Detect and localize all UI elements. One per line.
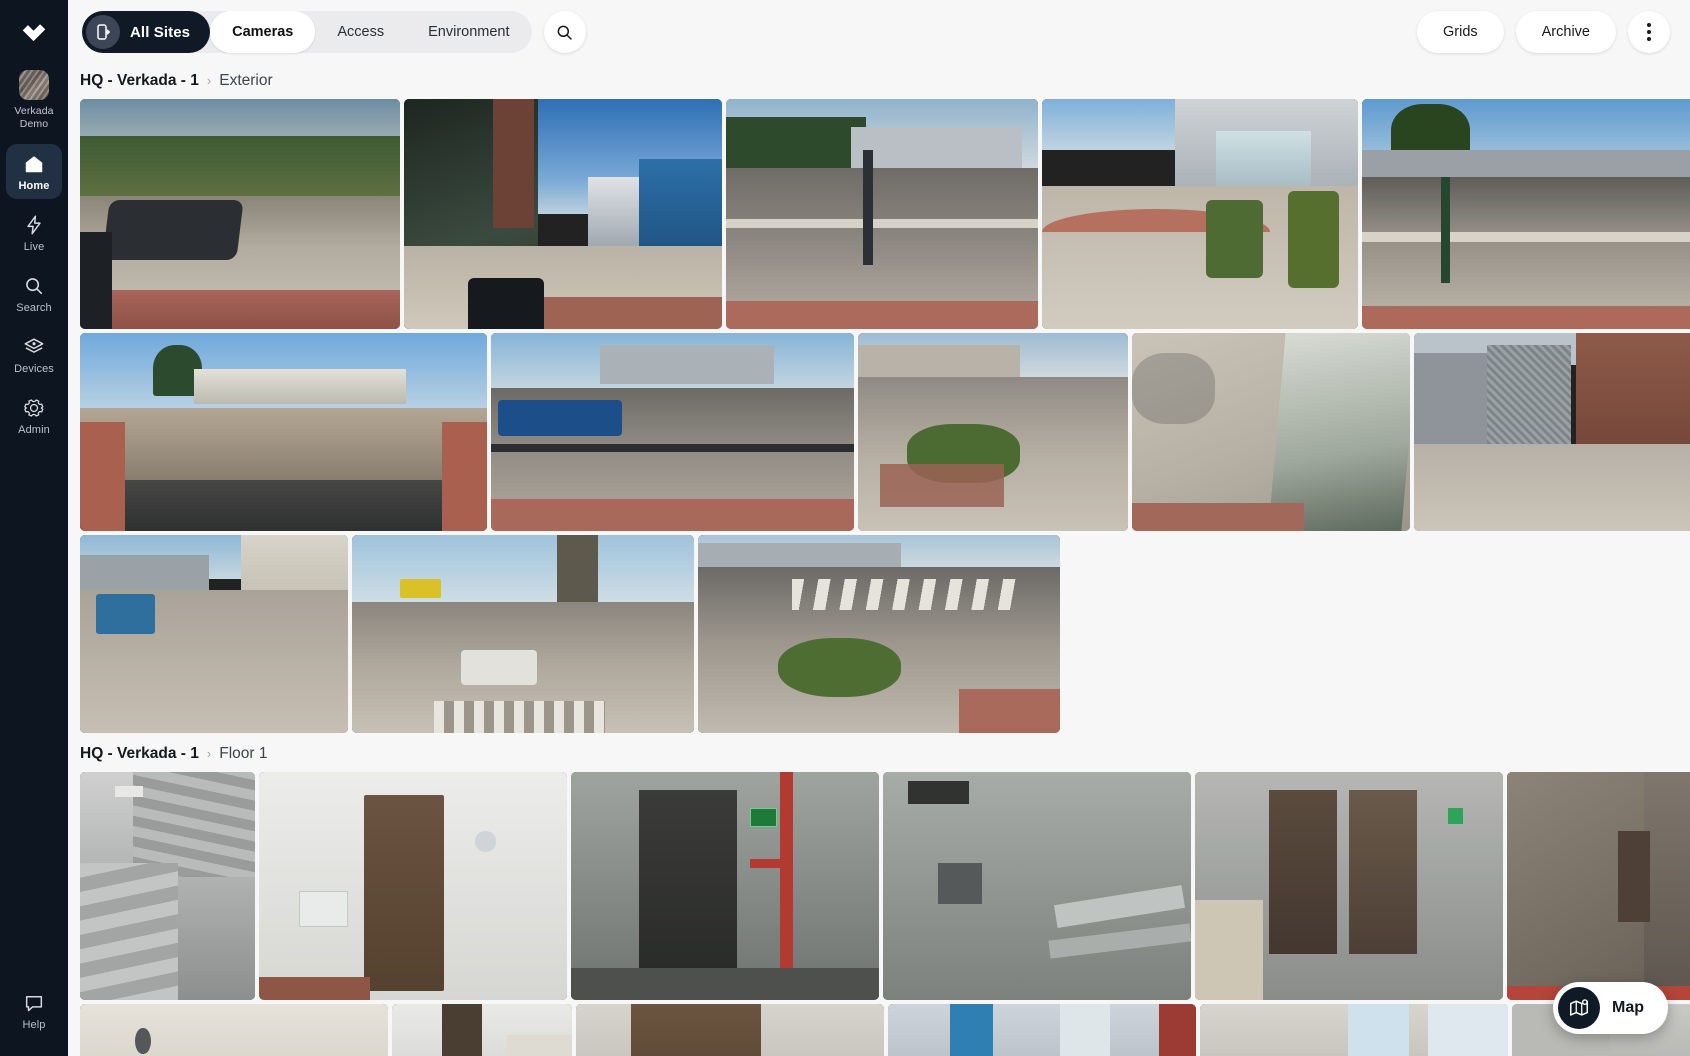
camera-tile[interactable] <box>1195 772 1503 1000</box>
nav-segment-group: All Sites Cameras Access Environment <box>82 11 532 53</box>
home-icon <box>25 156 43 173</box>
breadcrumb: HQ - Verkada - 1 › Exterior <box>68 64 1690 99</box>
search-icon <box>557 25 572 40</box>
lightning-bolt-icon <box>27 215 41 235</box>
sidebar-item-devices[interactable]: Devices <box>6 327 62 382</box>
magnifier-icon <box>26 278 43 295</box>
map-button-label: Map <box>1612 999 1644 1016</box>
camera-tile[interactable] <box>80 99 400 329</box>
verkada-checkmark-logo-icon <box>22 24 46 42</box>
camera-tile[interactable] <box>392 1004 572 1056</box>
breadcrumb-separator: › <box>206 746 212 761</box>
camera-row <box>68 535 1690 733</box>
breadcrumb-site[interactable]: HQ - Verkada - 1 <box>80 72 199 90</box>
sidebar-item-label: Devices <box>14 363 54 375</box>
breadcrumb-separator: › <box>206 73 212 88</box>
camera-tile[interactable] <box>1414 333 1690 531</box>
sidebar: Verkada Demo Home Live Search Devices Ad… <box>0 0 68 1056</box>
grids-button[interactable]: Grids <box>1416 11 1504 53</box>
chat-bubble-icon <box>25 996 43 1012</box>
sidebar-item-label: Home <box>18 180 50 192</box>
map-button[interactable]: Map <box>1553 982 1668 1034</box>
sidebar-item-search[interactable]: Search <box>6 266 62 321</box>
main-content: All Sites Cameras Access Environment Gri… <box>68 0 1690 1056</box>
camera-tile[interactable] <box>1362 99 1690 329</box>
top-bar: All Sites Cameras Access Environment Gri… <box>68 0 1690 64</box>
map-pin-icon <box>1558 987 1600 1029</box>
camera-tile[interactable] <box>1042 99 1358 329</box>
kebab-menu-icon <box>1647 37 1651 41</box>
top-bar-actions: Grids Archive <box>1416 11 1670 53</box>
camera-tile[interactable] <box>80 535 348 733</box>
gear-icon <box>24 399 44 417</box>
org-switcher[interactable]: Verkada Demo <box>2 70 66 130</box>
camera-tile[interactable] <box>1507 772 1690 1000</box>
camera-tile[interactable] <box>571 772 879 1000</box>
camera-tile[interactable] <box>80 772 255 1000</box>
org-name: Verkada Demo <box>14 105 54 130</box>
all-sites-selector[interactable]: All Sites <box>82 11 211 53</box>
org-avatar <box>19 70 49 100</box>
camera-tile[interactable] <box>80 333 487 531</box>
archive-label: Archive <box>1541 24 1590 40</box>
tab-label: Access <box>337 24 385 40</box>
breadcrumb-area[interactable]: Exterior <box>219 72 272 90</box>
breadcrumb-area[interactable]: Floor 1 <box>219 745 267 763</box>
camera-tile[interactable] <box>888 1004 1196 1056</box>
archive-button[interactable]: Archive <box>1515 11 1616 53</box>
camera-tile[interactable] <box>259 772 567 1000</box>
search-button[interactable] <box>543 11 586 53</box>
sidebar-item-label: Search <box>16 302 52 314</box>
kebab-menu-icon <box>1647 30 1651 34</box>
sidebar-item-home[interactable]: Home <box>6 144 62 199</box>
camera-tile[interactable] <box>404 99 722 329</box>
camera-tile[interactable] <box>698 535 1060 733</box>
camera-tile[interactable] <box>858 333 1128 531</box>
tab-access[interactable]: Access <box>315 11 406 53</box>
camera-tile[interactable] <box>1132 333 1410 531</box>
camera-grid-scroll[interactable]: HQ - Verkada - 1 › Exterior HQ - Verkada… <box>68 64 1690 1056</box>
verkada-logo[interactable] <box>9 10 59 60</box>
breadcrumb: HQ - Verkada - 1 › Floor 1 <box>68 737 1690 772</box>
tab-label: Cameras <box>232 24 294 40</box>
sidebar-item-label: Help <box>22 1019 46 1031</box>
tab-environment[interactable]: Environment <box>406 11 531 53</box>
sidebar-item-label: Live <box>23 241 45 253</box>
camera-tile[interactable] <box>883 772 1191 1000</box>
grids-label: Grids <box>1442 24 1478 40</box>
devices-stack-icon <box>24 338 44 353</box>
sidebar-item-admin[interactable]: Admin <box>6 388 62 443</box>
app-root: Verkada Demo Home Live Search Devices Ad… <box>0 0 1690 1056</box>
tab-cameras[interactable]: Cameras <box>210 11 316 53</box>
sidebar-item-label: Admin <box>18 424 50 436</box>
camera-tile[interactable] <box>491 333 854 531</box>
camera-tile[interactable] <box>352 535 694 733</box>
camera-row <box>68 99 1690 329</box>
camera-tile[interactable] <box>80 1004 388 1056</box>
camera-row <box>68 1004 1690 1056</box>
camera-tile[interactable] <box>576 1004 884 1056</box>
tab-label: Environment <box>428 24 510 40</box>
overflow-menu-button[interactable] <box>1628 11 1670 53</box>
kebab-menu-icon <box>1647 23 1651 27</box>
camera-row <box>68 333 1690 531</box>
sidebar-item-live[interactable]: Live <box>6 205 62 260</box>
camera-row <box>68 772 1690 1000</box>
camera-tile[interactable] <box>726 99 1038 329</box>
sidebar-item-help[interactable]: Help <box>6 983 62 1038</box>
breadcrumb-site[interactable]: HQ - Verkada - 1 <box>80 745 199 763</box>
all-sites-label: All Sites <box>130 23 191 41</box>
camera-tile[interactable] <box>1200 1004 1508 1056</box>
building-sites-icon <box>86 15 120 49</box>
